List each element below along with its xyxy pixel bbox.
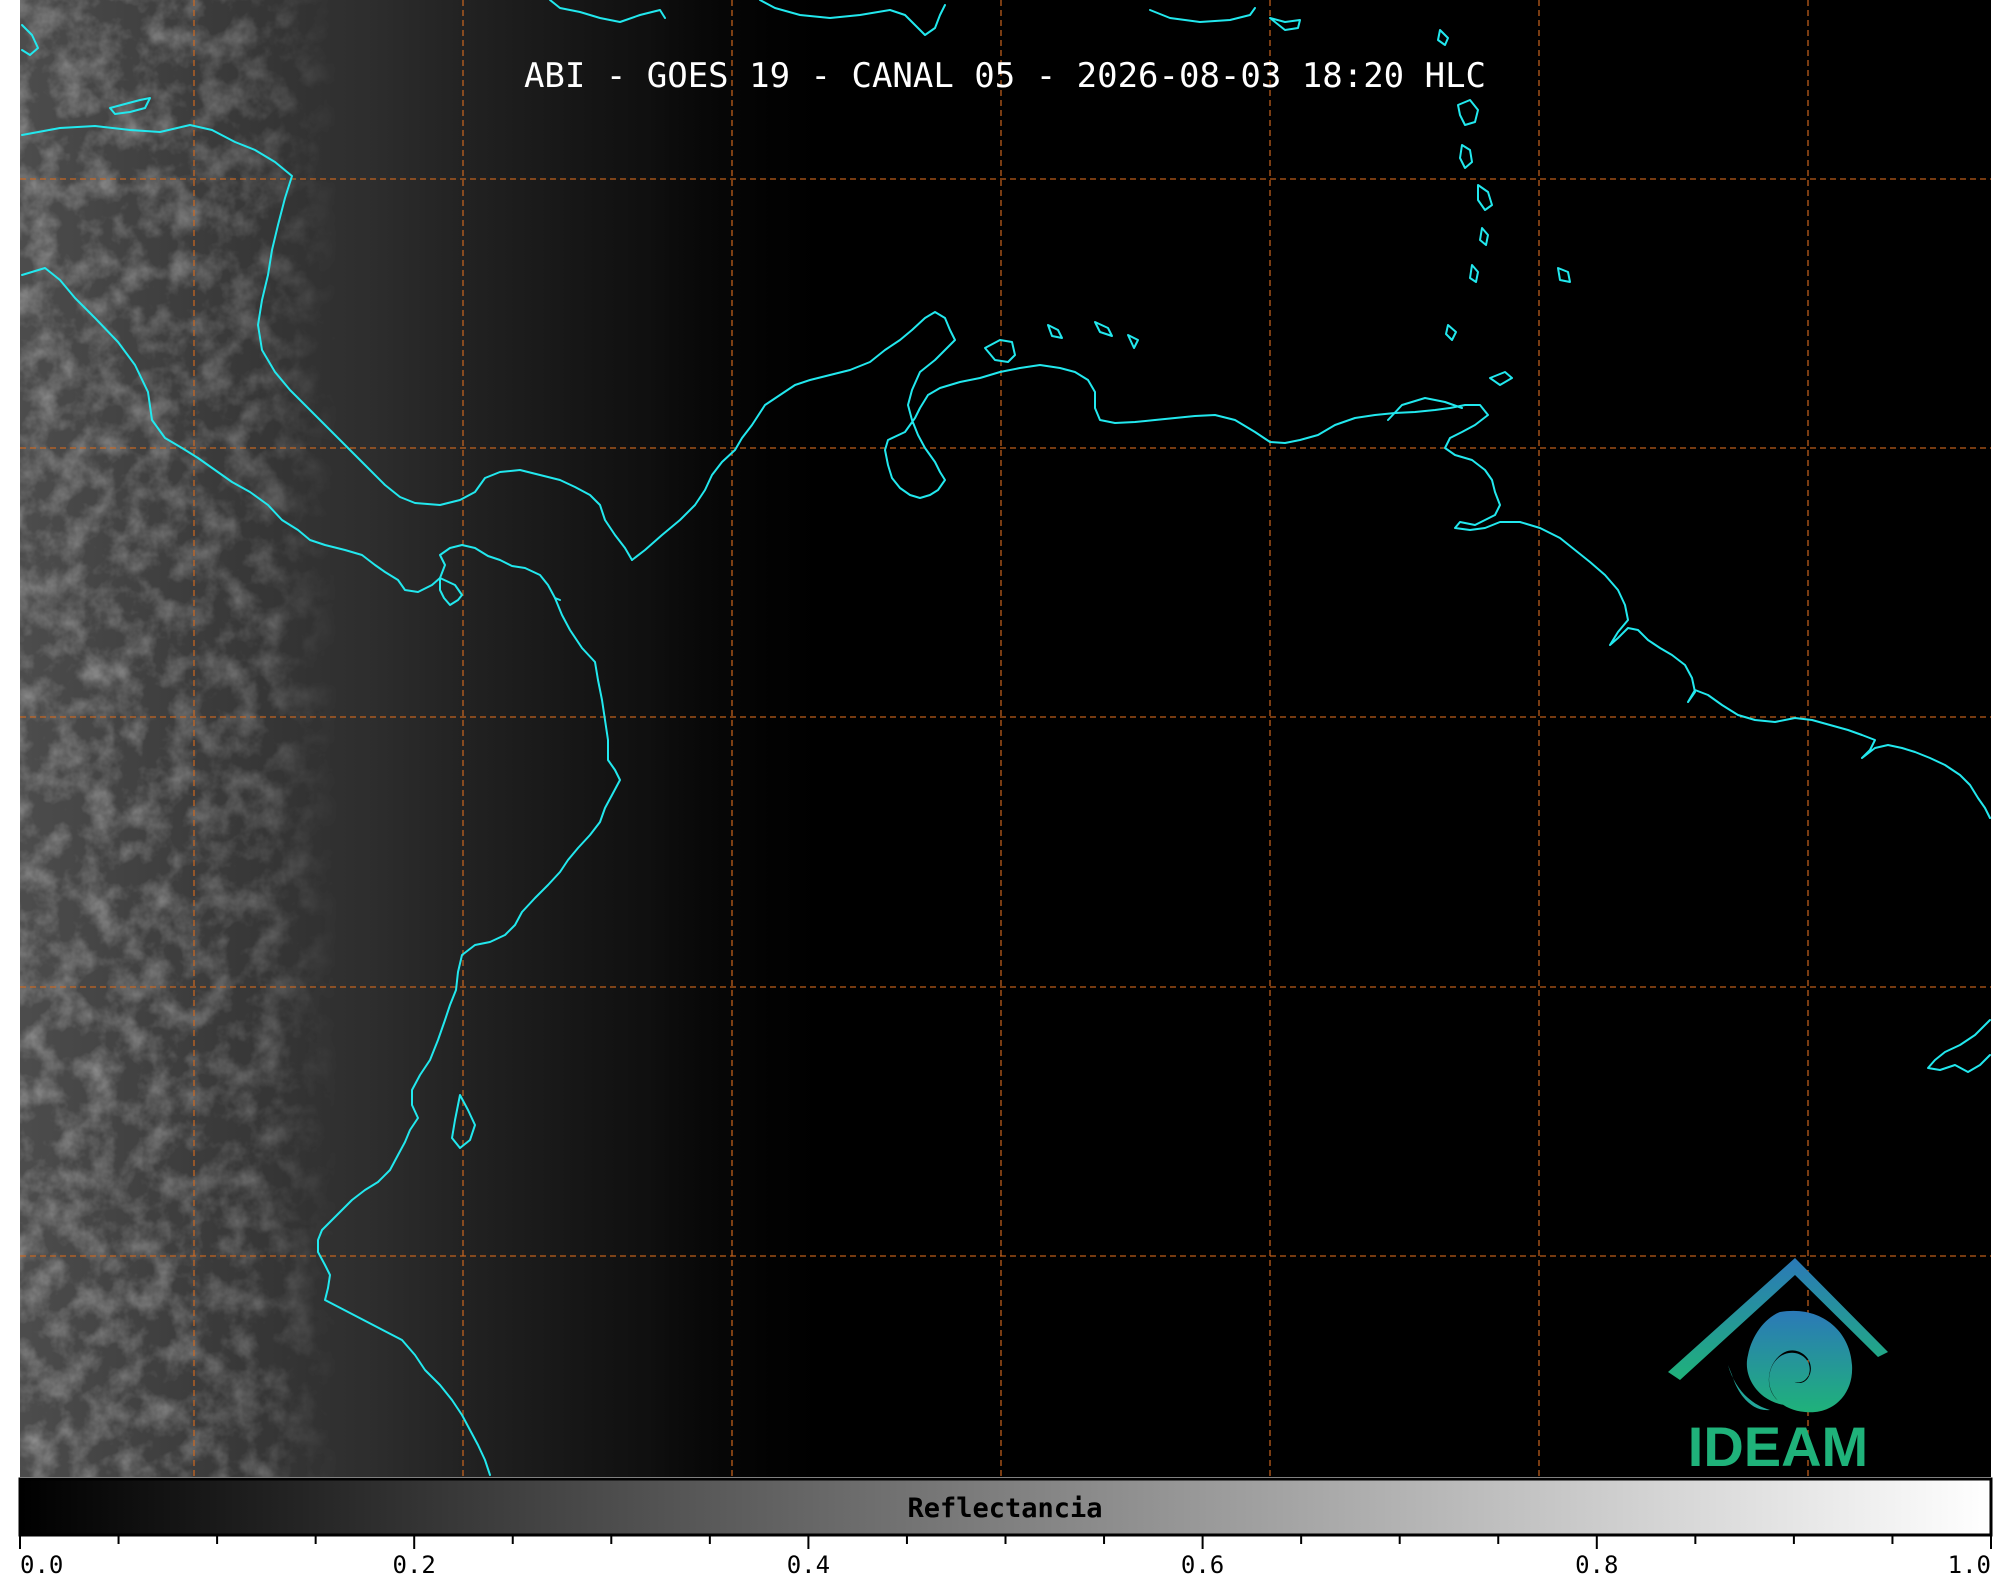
colorbar-tick-label: 0.2: [393, 1551, 436, 1577]
colorbar-tick-label: 0.0: [20, 1551, 63, 1577]
colorbar-ticks: 0.0 0.2 0.4 0.6 0.8 1.0: [19, 1535, 1992, 1577]
satellite-map: ABI - GOES 19 - CANAL 05 - 2026-08-03 18…: [18, 0, 1993, 1577]
logo-text: IDEAM: [1688, 1415, 1868, 1478]
colorbar-tick-label: 0.4: [787, 1551, 830, 1577]
colorbar-tick-label: 0.6: [1181, 1551, 1224, 1577]
colorbar: Reflectancia 0.0 0.2 0.4 0.6 0.8 1.0: [18, 1477, 1993, 1577]
colorbar-label: Reflectancia: [907, 1493, 1102, 1524]
colorbar-tick-label: 1.0: [1948, 1551, 1991, 1577]
map-title: ABI - GOES 19 - CANAL 05 - 2026-08-03 18…: [524, 56, 1486, 96]
colorbar-tick-label: 0.8: [1575, 1551, 1618, 1577]
